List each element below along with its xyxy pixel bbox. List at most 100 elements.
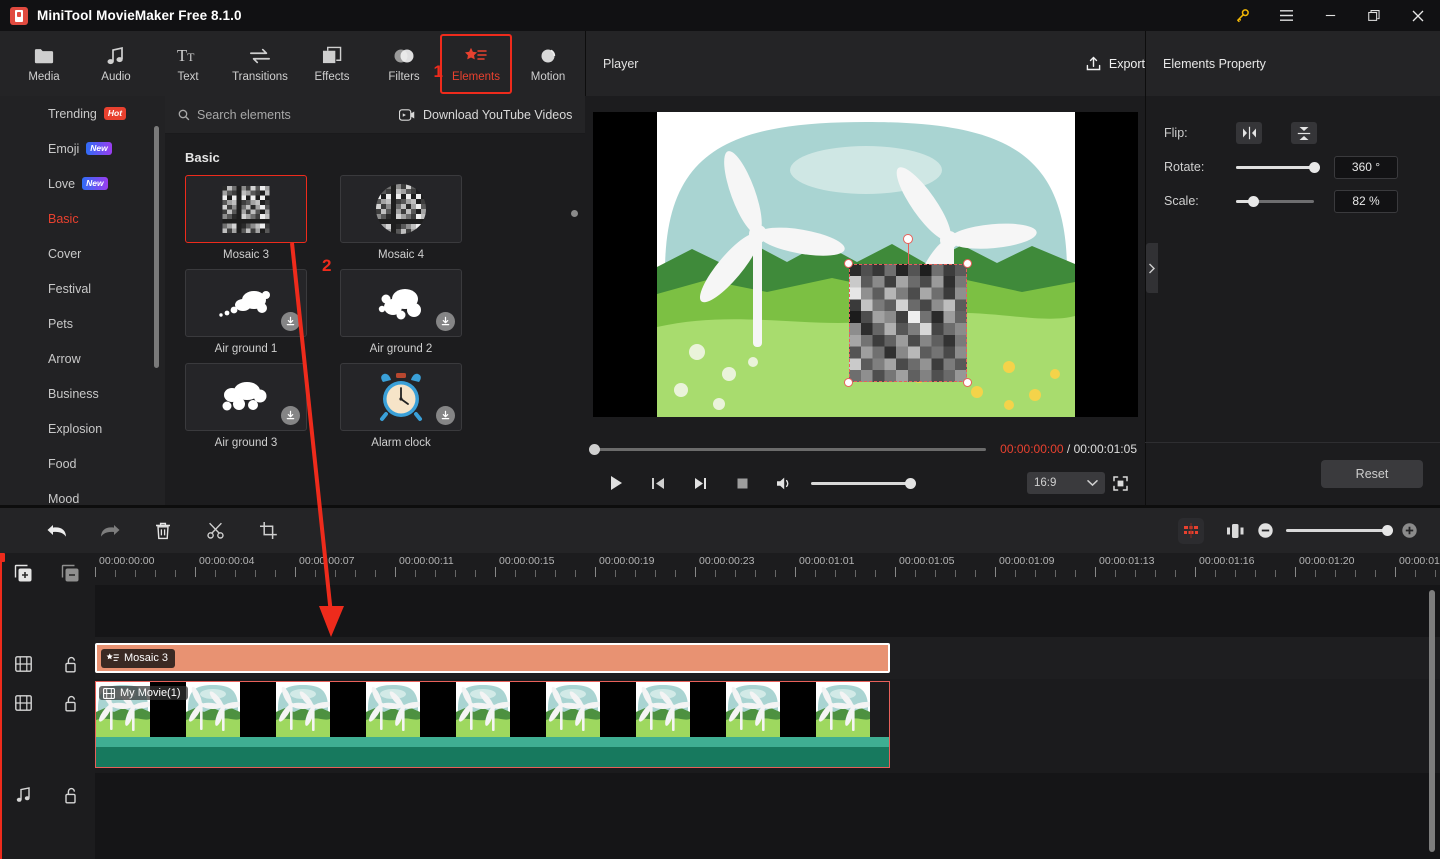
element-thumbnail-alarm-clock[interactable] xyxy=(340,363,462,431)
zoom-out-button[interactable] xyxy=(1252,518,1278,544)
download-icon[interactable] xyxy=(436,312,455,331)
scale-slider[interactable] xyxy=(1236,195,1314,207)
zoom-in-button[interactable] xyxy=(1396,518,1422,544)
stop-button[interactable] xyxy=(721,469,763,497)
element-selection-box[interactable] xyxy=(843,234,972,387)
resize-handle-br[interactable] xyxy=(962,378,972,387)
category-item-mood[interactable]: Mood xyxy=(0,481,165,506)
zoom-slider[interactable] xyxy=(1286,525,1393,536)
unlock-icon[interactable] xyxy=(47,787,94,804)
delete-button[interactable] xyxy=(136,514,189,548)
reset-button[interactable]: Reset xyxy=(1321,460,1423,488)
unlock-icon[interactable] xyxy=(47,695,94,712)
add-layer-icon[interactable] xyxy=(0,564,47,583)
tab-audio[interactable]: Audio xyxy=(80,34,152,94)
volume-knob[interactable] xyxy=(905,477,916,489)
tab-filters[interactable]: Filters 1 xyxy=(368,34,443,94)
export-button[interactable]: Export xyxy=(1086,56,1145,71)
collapse-panel-button[interactable] xyxy=(1146,243,1158,293)
timeline-vertical-scrollbar[interactable] xyxy=(1429,590,1435,852)
tab-motion[interactable]: Motion xyxy=(512,34,584,94)
category-item-festival[interactable]: Festival xyxy=(0,271,165,306)
download-icon[interactable] xyxy=(281,312,300,331)
rotate-value[interactable]: 360 ° xyxy=(1334,155,1398,179)
tab-media[interactable]: Media xyxy=(8,34,80,94)
rotate-slider[interactable] xyxy=(1236,161,1320,173)
element-cell[interactable]: Air ground 3 xyxy=(185,363,307,449)
resize-handle-tr[interactable] xyxy=(962,259,972,268)
download-icon[interactable] xyxy=(281,406,300,425)
close-icon[interactable] xyxy=(1396,0,1440,31)
crop-button[interactable] xyxy=(242,514,295,548)
redo-button[interactable] xyxy=(83,514,136,548)
music-icon[interactable] xyxy=(0,787,47,803)
timeline-ruler[interactable]: 00:00:00:00 00:00:00:04 00:00:00:07 00:00:0… xyxy=(95,553,1440,585)
volume-button[interactable] xyxy=(763,469,805,497)
category-scrollbar[interactable] xyxy=(154,126,159,368)
key-icon[interactable] xyxy=(1220,0,1264,31)
category-item-cover[interactable]: Cover xyxy=(0,236,165,271)
category-item-food[interactable]: Food xyxy=(0,446,165,481)
fit-timeline-icon[interactable] xyxy=(1218,518,1252,544)
element-cell[interactable]: Mosaic 3 xyxy=(185,175,307,261)
element-cell[interactable]: Mosaic 4 xyxy=(340,175,462,261)
flip-horizontal-icon[interactable] xyxy=(1236,122,1262,144)
rotate-handle[interactable] xyxy=(902,234,913,244)
rotate-slider-knob[interactable] xyxy=(1309,161,1320,173)
resize-handle-bl[interactable] xyxy=(843,378,853,387)
play-button[interactable] xyxy=(595,469,637,497)
scale-slider-knob[interactable] xyxy=(1248,195,1260,207)
seek-slider[interactable] xyxy=(589,443,987,455)
tab-effects[interactable]: Effects xyxy=(296,34,368,94)
playhead[interactable] xyxy=(0,553,5,859)
category-item-love[interactable]: Love New xyxy=(0,166,165,201)
next-frame-button[interactable] xyxy=(679,469,721,497)
flip-vertical-icon[interactable] xyxy=(1291,122,1317,144)
element-thumbnail-smoke-3[interactable] xyxy=(185,363,307,431)
category-item-trending[interactable]: Trending Hot xyxy=(0,96,165,131)
tab-elements[interactable]: Elements xyxy=(440,33,512,94)
element-thumbnail-mosaic-square[interactable] xyxy=(185,175,307,243)
search-input[interactable]: Search elements xyxy=(165,108,385,122)
element-thumbnail-smoke-1[interactable] xyxy=(185,269,307,337)
scale-value[interactable]: 82 % xyxy=(1334,189,1398,213)
effect-track-band[interactable]: Mosaic 3 xyxy=(95,637,1440,679)
playhead-handle[interactable] xyxy=(0,553,5,562)
category-item-basic[interactable]: Basic xyxy=(0,201,165,236)
effect-clip-mosaic3[interactable]: Mosaic 3 xyxy=(95,643,890,673)
seek-knob[interactable] xyxy=(589,443,600,455)
video-preview[interactable] xyxy=(656,112,1075,417)
remove-layer-icon[interactable] xyxy=(47,564,94,583)
element-cell[interactable]: Air ground 1 xyxy=(185,269,307,355)
film-icon[interactable] xyxy=(0,656,47,672)
elements-scroll-indicator[interactable] xyxy=(571,210,578,217)
minimize-icon[interactable] xyxy=(1308,0,1352,31)
download-icon[interactable] xyxy=(436,406,455,425)
download-youtube-button[interactable]: Download YouTube Videos xyxy=(399,108,572,122)
category-item-emoji[interactable]: Emoji New xyxy=(0,131,165,166)
film-icon[interactable] xyxy=(0,695,47,711)
fullscreen-button[interactable] xyxy=(1105,470,1135,496)
category-item-arrow[interactable]: Arrow xyxy=(0,341,165,376)
category-item-business[interactable]: Business xyxy=(0,376,165,411)
video-track-band[interactable]: My Movie(1) xyxy=(95,679,1440,773)
video-clip-mymovie[interactable]: My Movie(1) xyxy=(95,681,890,768)
resize-handle-tl[interactable] xyxy=(843,259,853,268)
tab-transitions[interactable]: Transitions xyxy=(224,34,296,94)
tab-text[interactable]: TT Text xyxy=(152,34,224,94)
menu-icon[interactable] xyxy=(1264,0,1308,31)
element-cell[interactable]: Alarm clock xyxy=(340,363,462,449)
category-item-pets[interactable]: Pets xyxy=(0,306,165,341)
volume-slider[interactable] xyxy=(811,477,916,489)
category-item-explosion[interactable]: Explosion xyxy=(0,411,165,446)
undo-button[interactable] xyxy=(30,514,83,548)
element-thumbnail-mosaic-circle[interactable] xyxy=(340,175,462,243)
previous-frame-button[interactable] xyxy=(637,469,679,497)
element-cell[interactable]: Air ground 2 xyxy=(340,269,462,355)
zoom-slider-knob[interactable] xyxy=(1382,525,1393,536)
element-thumbnail-smoke-2[interactable] xyxy=(340,269,462,337)
split-mode-icon[interactable] xyxy=(1178,517,1204,544)
maximize-icon[interactable] xyxy=(1352,0,1396,31)
split-button[interactable] xyxy=(189,514,242,548)
unlock-icon[interactable] xyxy=(47,656,94,673)
